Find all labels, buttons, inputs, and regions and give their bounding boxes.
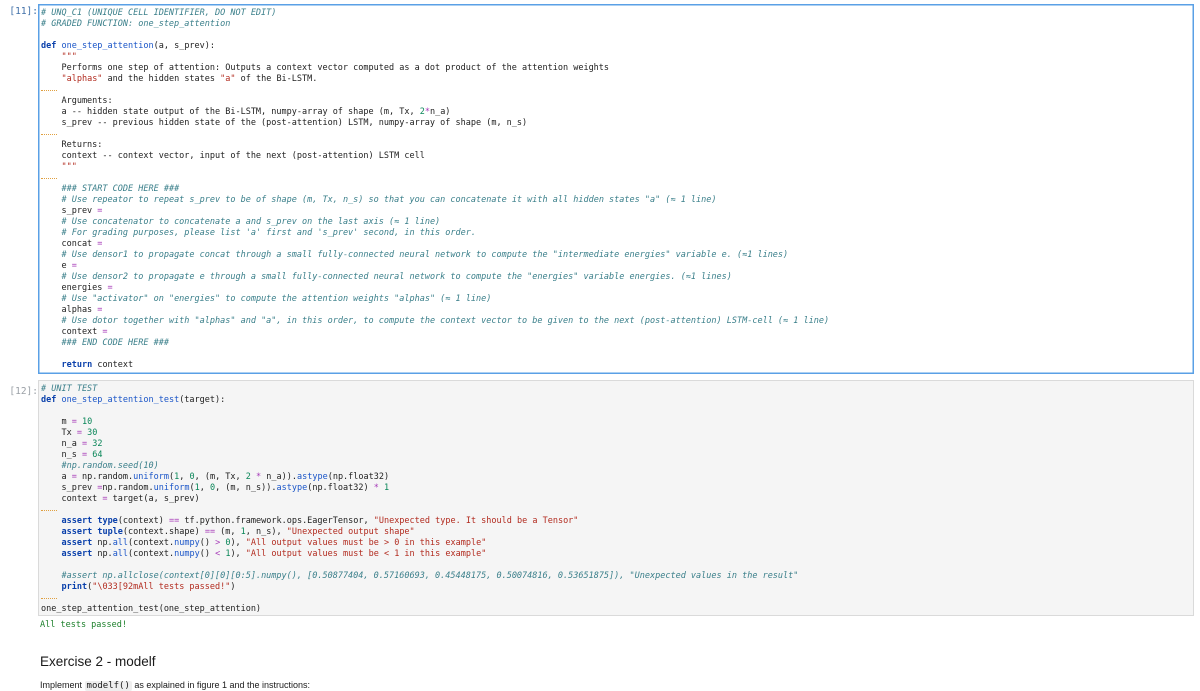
code-line: assert np.all(context.numpy() > 0), "All… bbox=[61, 538, 487, 548]
code-line: ### END CODE HERE ### bbox=[61, 338, 169, 348]
code-line: def one_step_attention_test(target): bbox=[41, 395, 226, 405]
code-line: # Use dotor together with "alphas" and "… bbox=[61, 316, 830, 326]
code-line: # Use concatenator to concatenate a and … bbox=[61, 217, 441, 227]
code-line: energies = bbox=[41, 283, 113, 293]
exercise-heading: Exercise 2 - modelf bbox=[40, 654, 156, 669]
code-editor-11[interactable]: # UNQ_C1 (UNIQUE CELL IDENTIFIER, DO NOT… bbox=[38, 4, 1194, 374]
code-line: assert tuple(context.shape) == (m, 1, n_… bbox=[61, 527, 415, 537]
code-line: ### START CODE HERE ### bbox=[61, 184, 180, 194]
code-cell-11[interactable]: [11]: # UNQ_C1 (UNIQUE CELL IDENTIFIER, … bbox=[0, 0, 1200, 378]
code-line: Performs one step of attention: Outputs … bbox=[41, 63, 610, 73]
code-blank-line bbox=[41, 505, 1193, 516]
code-line: def one_step_attention(a, s_prev): bbox=[41, 41, 216, 51]
code-line: m = 10 bbox=[41, 417, 93, 427]
code-line: Arguments: bbox=[41, 96, 113, 106]
code-line: # Use densor2 to propagate e through a s… bbox=[61, 272, 732, 282]
code-blank-line bbox=[41, 593, 1193, 604]
code-line: return context bbox=[61, 360, 134, 370]
code-line: concat = bbox=[41, 239, 103, 249]
code-line: #np.random.seed(10) bbox=[61, 461, 159, 471]
code-line: context = bbox=[41, 327, 108, 337]
code-blank-line bbox=[41, 85, 1193, 96]
code-cell-12[interactable]: [12]: # UNIT TEST def one_step_attention_… bbox=[0, 380, 1200, 620]
code-line: assert type(context) == tf.python.framew… bbox=[61, 516, 579, 526]
code-line: """ bbox=[61, 162, 77, 172]
exercise-instructions: Implement modelf() as explained in figur… bbox=[40, 680, 310, 691]
code-editor-12[interactable]: # UNIT TEST def one_step_attention_test(t… bbox=[38, 380, 1194, 616]
code-line: a -- hidden state output of the Bi-LSTM,… bbox=[41, 107, 451, 117]
code-line: # UNIT TEST bbox=[41, 384, 98, 394]
code-line: #assert np.allclose(context[0][0][0:5].n… bbox=[61, 571, 799, 581]
code-line: n_s = 64 bbox=[41, 450, 103, 460]
code-line: # For grading purposes, please list 'a' … bbox=[61, 228, 476, 238]
code-line: context -- context vector, input of the … bbox=[41, 151, 425, 161]
code-line: """ bbox=[61, 52, 77, 62]
inline-code: modelf() bbox=[84, 681, 132, 691]
code-line: # Use densor1 to propagate concat throug… bbox=[61, 250, 789, 260]
code-line: print("\033[92mAll tests passed!") bbox=[61, 582, 236, 592]
cell-prompt-12: [12]: bbox=[9, 386, 38, 397]
code-line: # UNQ_C1 (UNIQUE CELL IDENTIFIER, DO NOT… bbox=[41, 8, 277, 18]
code-line: context = target(a, s_prev) bbox=[41, 494, 200, 504]
code-line: # GRADED FUNCTION: one_step_attention bbox=[41, 19, 231, 29]
code-line: a = np.random.uniform(1, 0, (m, Tx, 2 * … bbox=[41, 472, 390, 482]
cell-output-12: All tests passed! bbox=[40, 620, 127, 630]
code-line: # Use "activator" on "energies" to compu… bbox=[61, 294, 492, 304]
code-line: "alphas" and the hidden states "a" of th… bbox=[61, 74, 318, 84]
code-line: s_prev -- previous hidden state of the (… bbox=[41, 118, 528, 128]
instructions-text-after: as explained in figure 1 and the instruc… bbox=[131, 680, 311, 690]
code-line: e = bbox=[41, 261, 77, 271]
code-line: Returns: bbox=[41, 140, 103, 150]
code-line: Tx = 30 bbox=[41, 428, 98, 438]
code-blank-line bbox=[41, 129, 1193, 140]
code-blank-line bbox=[41, 173, 1193, 184]
code-line: alphas = bbox=[41, 305, 103, 315]
code-line: s_prev = bbox=[41, 206, 103, 216]
code-line: # Use repeator to repeat s_prev to be of… bbox=[61, 195, 717, 205]
instructions-text-before: Implement bbox=[40, 680, 85, 690]
code-line: n_a = 32 bbox=[41, 439, 103, 449]
cell-prompt-11: [11]: bbox=[9, 6, 38, 17]
code-line: assert np.all(context.numpy() < 1), "All… bbox=[61, 549, 487, 559]
code-line: one_step_attention_test(one_step_attenti… bbox=[41, 604, 262, 614]
code-line: s_prev =np.random.uniform(1, 0, (m, n_s)… bbox=[41, 483, 390, 493]
